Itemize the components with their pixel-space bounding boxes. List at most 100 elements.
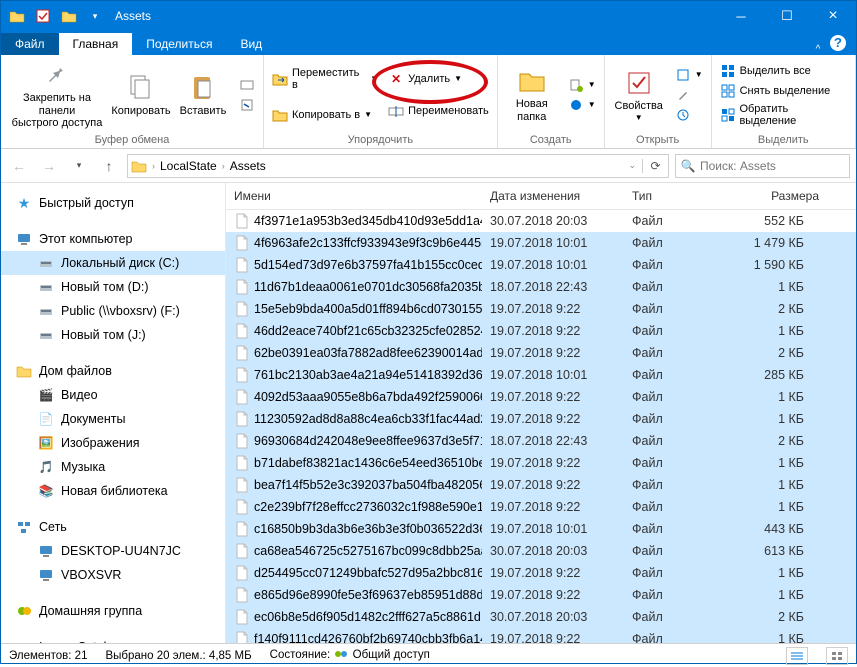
copy-path-button[interactable] <box>237 76 257 94</box>
col-name[interactable]: Имени <box>226 183 482 209</box>
nav-library-item[interactable]: 📚Новая библиотека <box>1 479 225 503</box>
open-button[interactable]: ▼ <box>673 66 705 84</box>
help-button[interactable]: ? <box>830 35 846 51</box>
nav-image-catalog[interactable]: ◆Image Catalog <box>1 635 225 643</box>
nav-network[interactable]: Сеть <box>1 515 225 539</box>
nav-home-folders[interactable]: Дом файлов <box>1 359 225 383</box>
file-row[interactable]: 11230592ad8d8a88c4ea6cb33f1fac44ad25... … <box>226 408 856 430</box>
file-row[interactable]: b71dabef83821ac1436c6e54eed36510be6... 1… <box>226 452 856 474</box>
edit-button[interactable] <box>673 86 705 104</box>
crumb-segment[interactable]: Assets <box>227 159 269 173</box>
file-icon <box>234 257 250 273</box>
nav-drive[interactable]: Локальный диск (C:) <box>1 251 225 275</box>
nav-this-pc[interactable]: Этот компьютер <box>1 227 225 251</box>
nav-library-item[interactable]: 📄Документы <box>1 407 225 431</box>
ribbon-collapse-button[interactable]: ^ <box>806 44 830 55</box>
col-size[interactable]: Размера <box>740 183 828 209</box>
rename-button[interactable]: Переименовать <box>386 102 491 120</box>
file-row[interactable]: 5d154ed73d97e6b37597fa41b155cc0cedd... 1… <box>226 254 856 276</box>
folder-copy-icon <box>272 107 288 123</box>
view-details-button[interactable] <box>786 647 808 665</box>
tab-home[interactable]: Главная <box>59 33 133 55</box>
file-icon <box>234 433 250 449</box>
close-button[interactable]: × <box>810 1 856 31</box>
nav-back-button[interactable]: ← <box>7 154 31 178</box>
nav-library-item[interactable]: 🖼️Изображения <box>1 431 225 455</box>
nav-library-item[interactable]: 🎬Видео <box>1 383 225 407</box>
chevron-icon[interactable]: › <box>220 161 227 171</box>
file-row[interactable]: ec06b8e5d6f905d1482c2fff627a5c8861d... 3… <box>226 606 856 628</box>
new-folder-qat[interactable] <box>57 5 81 27</box>
file-row[interactable]: d254495cc071249bbafc527d95a2bbc816a... 1… <box>226 562 856 584</box>
copy-to-button[interactable]: Копировать в ▼ <box>270 106 380 124</box>
new-item-button[interactable]: ▼ <box>566 76 598 94</box>
nav-library-item[interactable]: 🎵Музыка <box>1 455 225 479</box>
catalog-icon: ◆ <box>15 638 33 643</box>
file-row[interactable]: 4f3971e1a953b3ed345db410d93e5dd1a47... 3… <box>226 210 856 232</box>
group-open-label: Открыть <box>636 132 679 148</box>
select-all-button[interactable]: Выделить все <box>718 62 849 80</box>
move-to-button[interactable]: Переместить в ▼ <box>270 66 380 92</box>
new-folder-icon <box>516 65 548 97</box>
file-row[interactable]: ca68ea546725c5275167bc099c8dbb25aa1... 3… <box>226 540 856 562</box>
file-row[interactable]: c2e239bf7f28effcc2736032c1f988e590e1e...… <box>226 496 856 518</box>
col-type[interactable]: Тип <box>624 183 740 209</box>
file-icon <box>234 521 250 537</box>
file-row[interactable]: 15e5eb9bda400a5d01ff894b6cd07301552... 1… <box>226 298 856 320</box>
copy-button[interactable]: Копировать <box>113 72 169 118</box>
file-row[interactable]: f140f9111cd426760bf2b69740cbb3fb6a14... … <box>226 628 856 643</box>
new-folder-button[interactable]: Новая папка <box>504 65 560 123</box>
file-icon <box>234 455 250 471</box>
nav-up-button[interactable]: ↑ <box>97 154 121 178</box>
statusbar: Элементов: 21 Выбрано 20 элем.: 4,85 МБ … <box>1 643 856 667</box>
nav-quick-access[interactable]: ★Быстрый доступ <box>1 191 225 215</box>
breadcrumb-dropdown[interactable]: ⌄ <box>622 160 642 171</box>
file-row[interactable]: c16850b9b3da3b6e36b3e3f0b036522d360e... … <box>226 518 856 540</box>
search-input[interactable]: 🔍 Поиск: Assets <box>675 154 850 178</box>
nav-drive[interactable]: Новый том (D:) <box>1 275 225 299</box>
paste-shortcut-button[interactable] <box>237 96 257 114</box>
chevron-icon[interactable]: › <box>150 161 157 171</box>
col-date[interactable]: Дата изменения <box>482 183 624 209</box>
breadcrumb[interactable]: › LocalState › Assets ⌄ ⟳ <box>127 154 669 178</box>
nav-recent-button[interactable]: ▾ <box>67 154 91 178</box>
nav-drive[interactable]: Public (\\vboxsrv) (F:) <box>1 299 225 323</box>
pin-to-quick-access-button[interactable]: Закрепить на панели быстрого доступа <box>7 59 107 130</box>
tab-share[interactable]: Поделиться <box>132 33 226 55</box>
maximize-button[interactable]: ☐ <box>764 1 810 31</box>
file-row[interactable]: 4092d53aaa9055e8b6a7bda492f25900664... 1… <box>226 386 856 408</box>
select-none-button[interactable]: Снять выделение <box>718 82 849 100</box>
file-row[interactable]: 4f6963afe2c133ffcf933943e9f3c9b6e4455...… <box>226 232 856 254</box>
file-row[interactable]: 11d67b1deaa0061e0701dc30568fa2035b7... 1… <box>226 276 856 298</box>
crumb-segment[interactable]: LocalState <box>157 159 220 173</box>
nav-drive[interactable]: Новый том (J:) <box>1 323 225 347</box>
file-row[interactable]: 96930684d242048e9ee8ffee9637d3e5f713... … <box>226 430 856 452</box>
tab-file[interactable]: Файл <box>1 33 59 55</box>
paste-button[interactable]: Вставить <box>175 72 231 118</box>
history-button[interactable] <box>673 106 705 124</box>
file-icon <box>234 301 250 317</box>
nav-homegroup[interactable]: Домашняя группа <box>1 599 225 623</box>
refresh-button[interactable]: ⟳ <box>642 159 668 173</box>
properties-button[interactable]: Свойства ▼ <box>611 67 667 123</box>
file-icon <box>234 499 250 515</box>
qat-dropdown[interactable]: ▾ <box>83 5 107 27</box>
file-row[interactable]: 761bc2130ab3ae4a21a94e51418392d3645... 1… <box>226 364 856 386</box>
view-thumbnails-button[interactable] <box>826 647 848 665</box>
file-row[interactable]: e865d96e8990fe5e3f69637eb85951d88db... 1… <box>226 584 856 606</box>
tab-view[interactable]: Вид <box>226 33 276 55</box>
file-row[interactable]: 46dd2eace740bf21c65cb32325cfe028524c... … <box>226 320 856 342</box>
invert-selection-button[interactable]: Обратить выделение <box>718 102 849 128</box>
delete-button[interactable]: ✕Удалить ▼ <box>386 70 491 88</box>
nav-network-pc[interactable]: VBOXSVR <box>1 563 225 587</box>
properties-qat[interactable] <box>31 5 55 27</box>
file-icon <box>234 543 250 559</box>
nav-forward-button[interactable]: → <box>37 154 61 178</box>
file-icon <box>234 477 250 493</box>
nav-network-pc[interactable]: DESKTOP-UU4N7JC <box>1 539 225 563</box>
search-icon: 🔍 <box>676 159 700 173</box>
minimize-button[interactable]: ─ <box>718 1 764 31</box>
easy-access-button[interactable]: ▼ <box>566 96 598 114</box>
file-row[interactable]: 62be0391ea03fa7882ad8fee62390014ad2c... … <box>226 342 856 364</box>
file-row[interactable]: bea7f14f5b52e3c392037ba504fba4820567fa..… <box>226 474 856 496</box>
